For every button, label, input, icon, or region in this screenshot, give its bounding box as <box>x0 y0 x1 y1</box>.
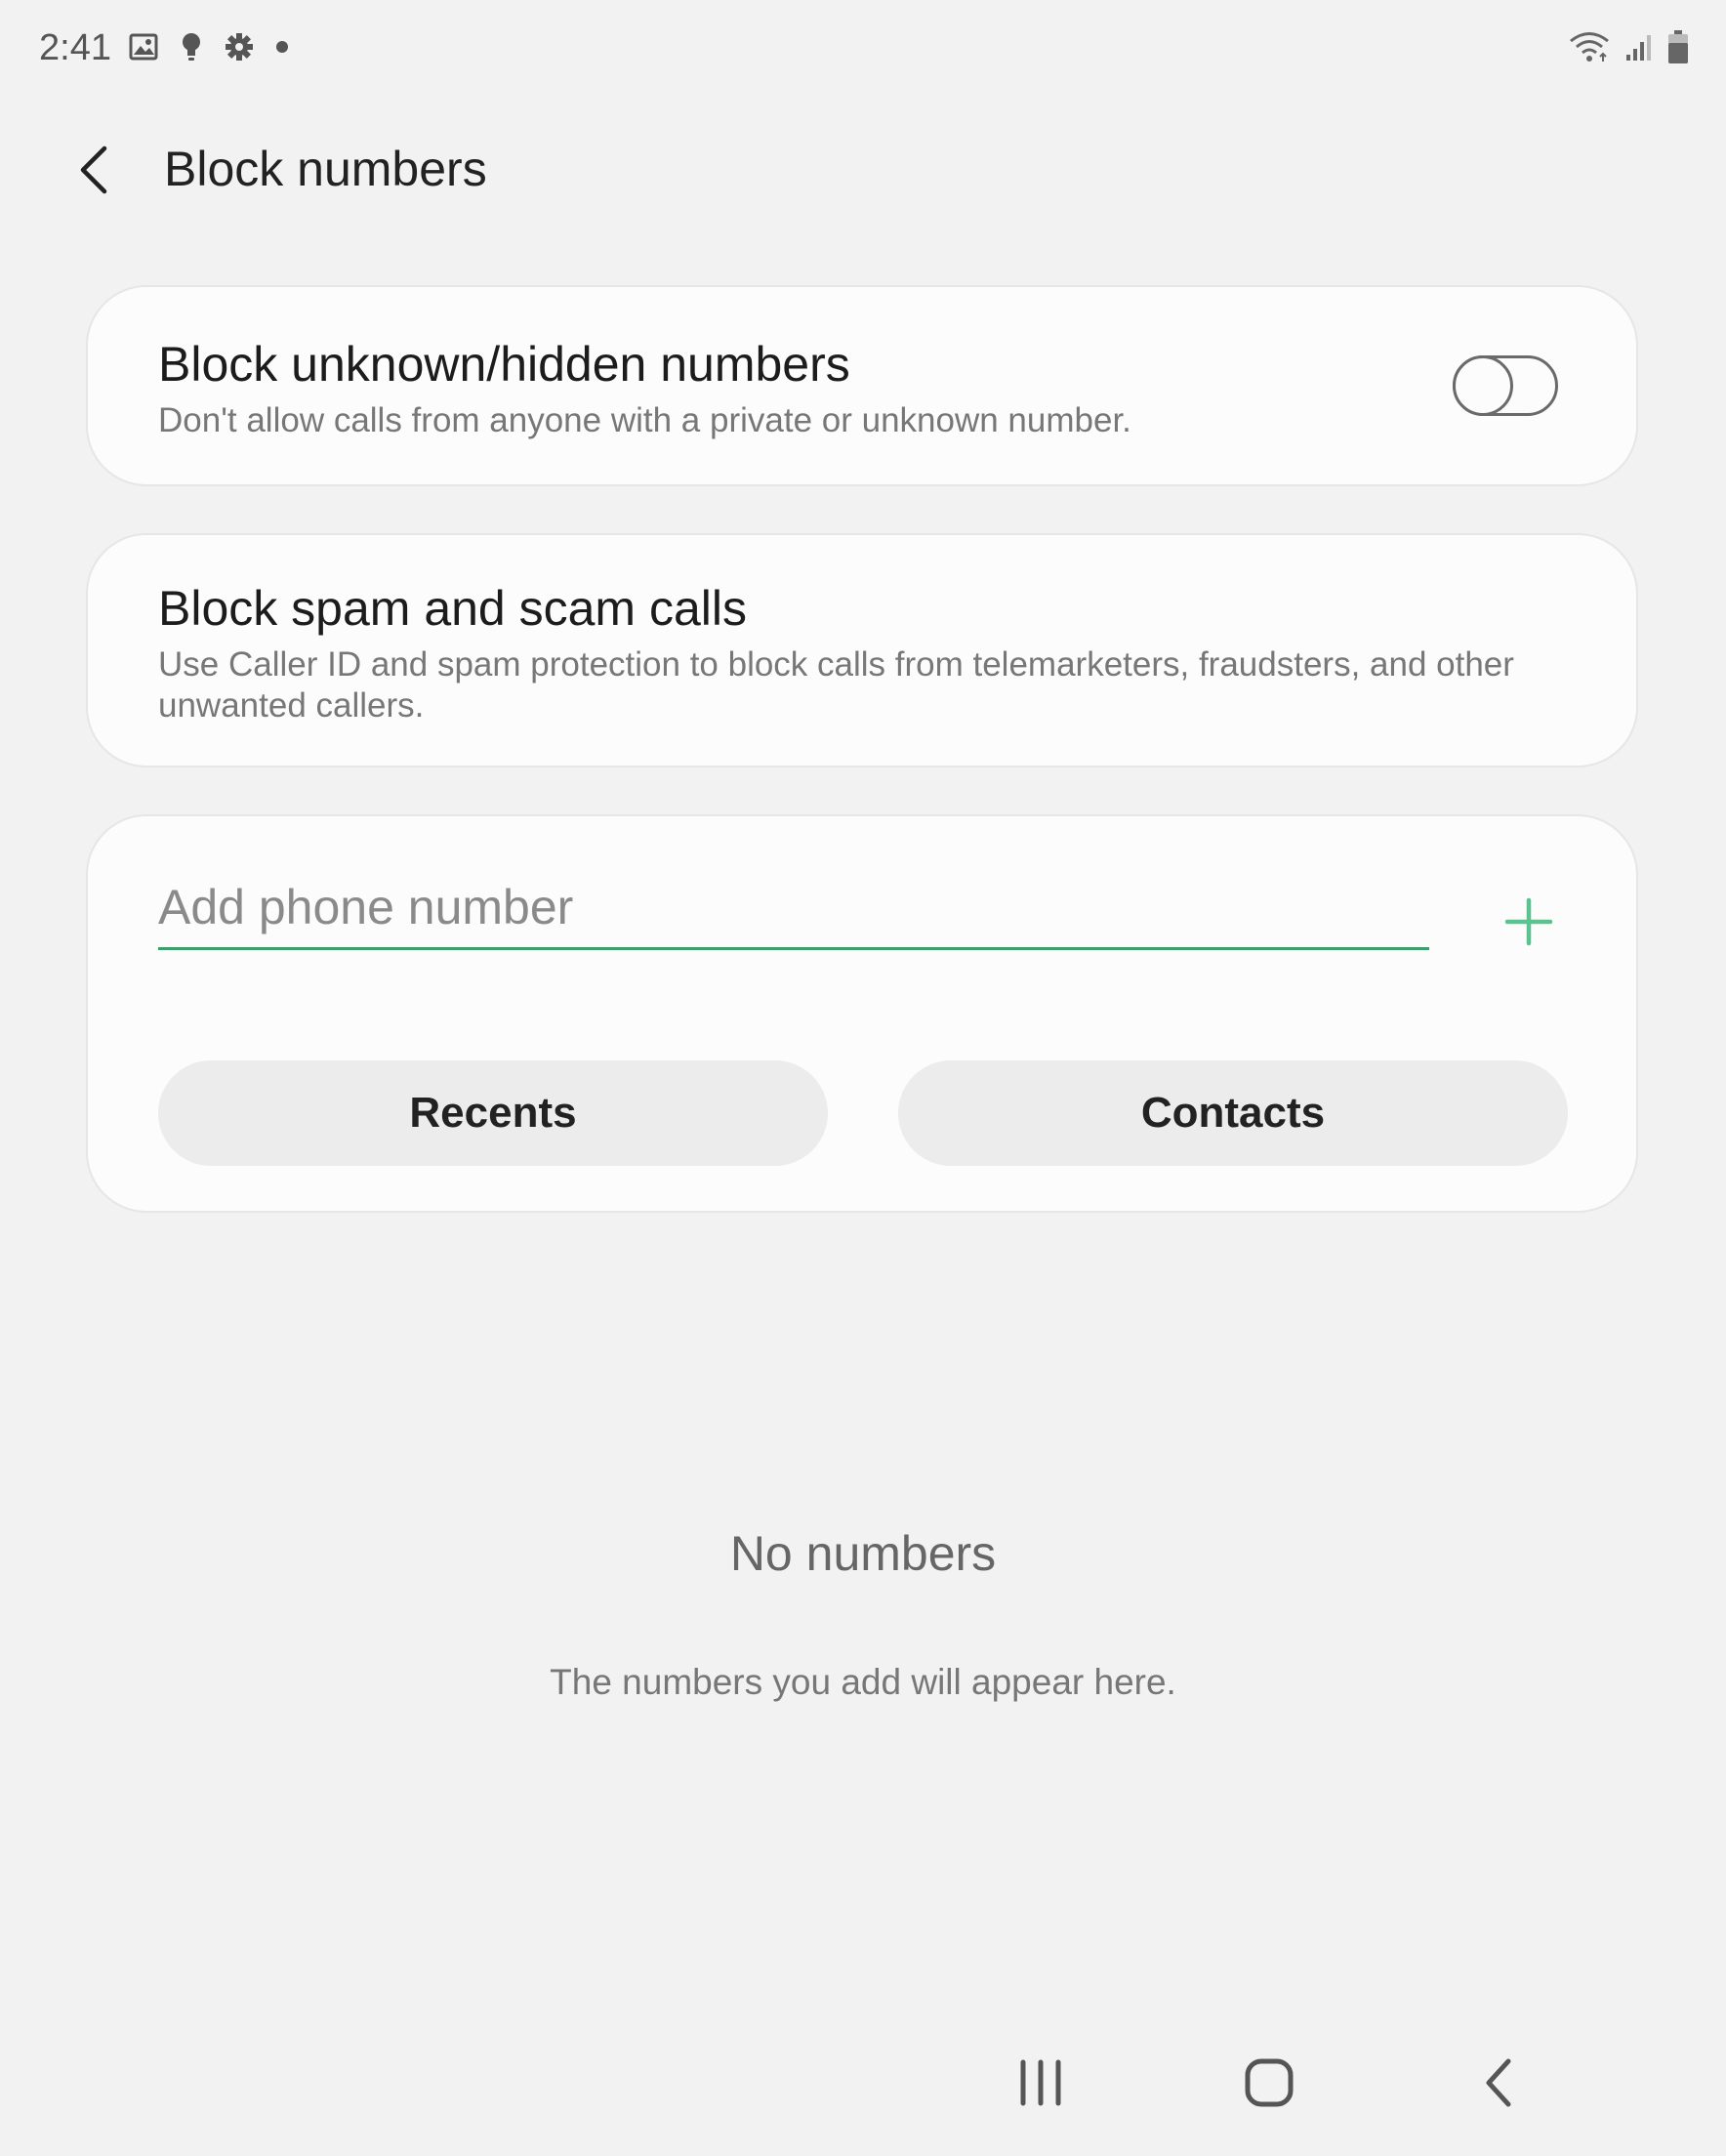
gear-icon <box>225 32 254 62</box>
header: Block numbers <box>0 127 1726 215</box>
block-unknown-toggle[interactable] <box>1453 355 1558 416</box>
back-button[interactable] <box>66 145 121 199</box>
block-unknown-title: Block unknown/hidden numbers <box>158 337 850 392</box>
empty-state-description: The numbers you add will appear here. <box>550 1662 1176 1702</box>
block-spam-description: Use Caller ID and spam protection to blo… <box>158 645 1514 725</box>
nav-back-button[interactable] <box>1459 2051 1537 2119</box>
home-button[interactable] <box>1230 2051 1308 2119</box>
empty-state-title: No numbers <box>729 1526 997 1581</box>
wifi-icon <box>1568 30 1611 63</box>
recents-button[interactable]: Recents <box>158 1060 828 1166</box>
status-bar: 2:41 <box>0 0 1726 98</box>
add-number-card: Recents Contacts <box>86 814 1638 1213</box>
chevron-left-icon <box>77 145 110 200</box>
add-number-button[interactable] <box>1500 894 1558 953</box>
block-spam-card[interactable]: Block spam and scam calls Use Caller ID … <box>86 533 1638 767</box>
page-title: Block numbers <box>164 142 487 196</box>
image-icon <box>129 33 158 61</box>
recent-apps-button[interactable] <box>1002 2051 1080 2119</box>
navigation-bar <box>0 2041 1726 2129</box>
phone-number-input[interactable] <box>158 867 1429 950</box>
battery-icon <box>1667 29 1689 64</box>
dot-icon <box>275 40 289 54</box>
contacts-button[interactable]: Contacts <box>898 1060 1568 1166</box>
signal-icon <box>1624 31 1654 62</box>
block-unknown-description: Don't allow calls from anyone with a pri… <box>158 401 1131 439</box>
block-unknown-card[interactable]: Block unknown/hidden numbers Don't allow… <box>86 285 1638 486</box>
recent-apps-icon <box>1017 2058 1064 2112</box>
status-icons-right <box>1568 29 1689 64</box>
bulb-icon <box>180 31 203 62</box>
status-icons-left <box>129 31 289 62</box>
status-time: 2:41 <box>39 27 111 68</box>
plus-icon <box>1503 896 1554 952</box>
back-icon <box>1481 2057 1514 2113</box>
home-icon <box>1244 2057 1294 2113</box>
block-spam-title: Block spam and scam calls <box>158 581 748 636</box>
toggle-knob <box>1453 355 1513 416</box>
